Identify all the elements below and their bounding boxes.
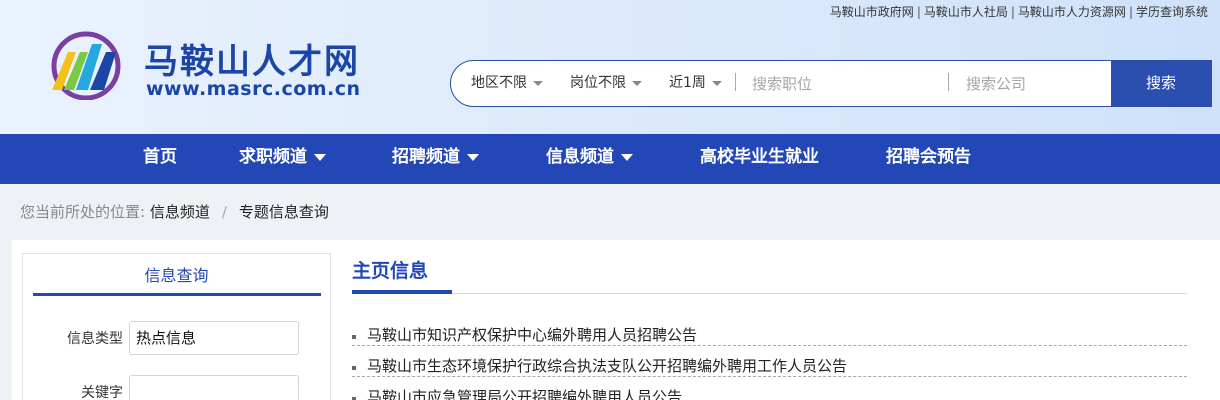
chevron-down-icon — [632, 80, 642, 86]
nav-home[interactable]: 首页 — [143, 134, 177, 184]
site-logo-icon[interactable] — [46, 30, 128, 100]
link-separator: | — [1128, 5, 1133, 19]
keyword-label: 关键字 — [81, 385, 123, 400]
sidebar-title-underline — [33, 293, 321, 296]
divider — [735, 73, 736, 91]
nav-graduates[interactable]: 高校毕业生就业 — [700, 134, 819, 184]
chevron-down-icon — [467, 153, 479, 161]
company-search-input[interactable] — [966, 67, 1106, 100]
breadcrumb-separator: / — [221, 203, 227, 221]
region-select-value: 地区不限 — [471, 75, 527, 91]
list-item-title: 马鞍山市知识产权保护中心编外聘用人员招聘公告 — [367, 326, 698, 344]
list-item-title: 马鞍山市应急管理局公开招聘编外聘用人员公告 — [367, 388, 683, 400]
nav-graduates-label: 高校毕业生就业 — [700, 147, 819, 167]
site-title[interactable]: 马鞍山人才网 — [144, 34, 360, 83]
main-title-rule — [352, 293, 1187, 294]
nav-recruit[interactable]: 招聘频道 — [392, 134, 479, 184]
nav-job-fair-label: 招聘会预告 — [886, 147, 971, 167]
top-links: 马鞍山市政府网 | 马鞍山市人社局 | 马鞍山市人力资源网 | 学历查询系统 — [830, 3, 1208, 20]
chevron-down-icon — [314, 153, 326, 161]
site-url[interactable]: www.masrc.com.cn — [146, 78, 361, 100]
period-select[interactable]: 近1周 — [669, 61, 722, 106]
link-hr-network[interactable]: 马鞍山市人力资源网 — [1018, 5, 1126, 19]
list-item-title: 马鞍山市生态环境保护行政综合执法支队公开招聘编外聘用工作人员公告 — [367, 357, 848, 375]
job-search-input[interactable] — [752, 67, 942, 100]
main-nav: 首页 求职频道 招聘频道 信息频道 高校毕业生就业 招聘会预告 — [0, 134, 1220, 184]
search-bar: 地区不限 岗位不限 近1周 搜索 — [450, 60, 1212, 107]
link-hrss[interactable]: 马鞍山市人社局 — [924, 5, 1008, 19]
keyword-input[interactable] — [129, 375, 299, 400]
period-select-value: 近1周 — [669, 75, 706, 91]
region-select[interactable]: 地区不限 — [471, 61, 543, 106]
info-type-label: 信息类型 — [67, 331, 123, 347]
main-title-accent — [352, 290, 452, 294]
chevron-down-icon — [621, 153, 633, 161]
nav-job-fair[interactable]: 招聘会预告 — [886, 134, 971, 184]
breadcrumb-info-channel[interactable]: 信息频道 — [150, 203, 210, 221]
link-separator: | — [916, 5, 921, 19]
list-item[interactable]: 马鞍山市生态环境保护行政综合执法支队公开招聘编外聘用工作人员公告 — [352, 355, 1187, 377]
bullet-icon — [352, 335, 356, 339]
nav-info-label: 信息频道 — [546, 147, 614, 167]
position-select-value: 岗位不限 — [570, 75, 626, 91]
bullet-icon — [352, 366, 356, 370]
breadcrumb-topic-query: 专题信息查询 — [238, 203, 329, 221]
list-item[interactable]: 马鞍山市应急管理局公开招聘编外聘用人员公告 — [352, 386, 1187, 400]
divider — [948, 73, 949, 91]
nav-job-seek-label: 求职频道 — [239, 147, 307, 167]
link-degree-query[interactable]: 学历查询系统 — [1136, 5, 1208, 19]
link-separator: | — [1010, 5, 1015, 19]
sidebar-title: 信息查询 — [144, 266, 209, 285]
position-select[interactable]: 岗位不限 — [570, 61, 642, 106]
link-gov[interactable]: 马鞍山市政府网 — [830, 5, 914, 19]
list-item[interactable]: 马鞍山市知识产权保护中心编外聘用人员招聘公告 — [352, 324, 1187, 346]
chevron-down-icon — [533, 80, 543, 86]
nav-home-label: 首页 — [143, 147, 177, 167]
site-header: 马鞍山市政府网 | 马鞍山市人社局 | 马鞍山市人力资源网 | 学历查询系统 马鞍山人才网 … — [0, 0, 1220, 134]
nav-info[interactable]: 信息频道 — [546, 134, 633, 184]
info-type-select[interactable]: 热点信息 — [129, 321, 299, 355]
nav-recruit-label: 招聘频道 — [392, 147, 460, 167]
search-button[interactable]: 搜索 — [1111, 61, 1211, 106]
breadcrumb: 您当前所处的位置: 信息频道 / 专题信息查询 — [20, 201, 329, 222]
breadcrumb-prefix: 您当前所处的位置: — [20, 203, 146, 221]
nav-job-seek[interactable]: 求职频道 — [239, 134, 326, 184]
chevron-down-icon — [711, 80, 722, 86]
info-query-panel: 信息查询 信息类型 热点信息 关键字 — [22, 253, 331, 400]
main-section-title: 主页信息 — [352, 260, 429, 282]
